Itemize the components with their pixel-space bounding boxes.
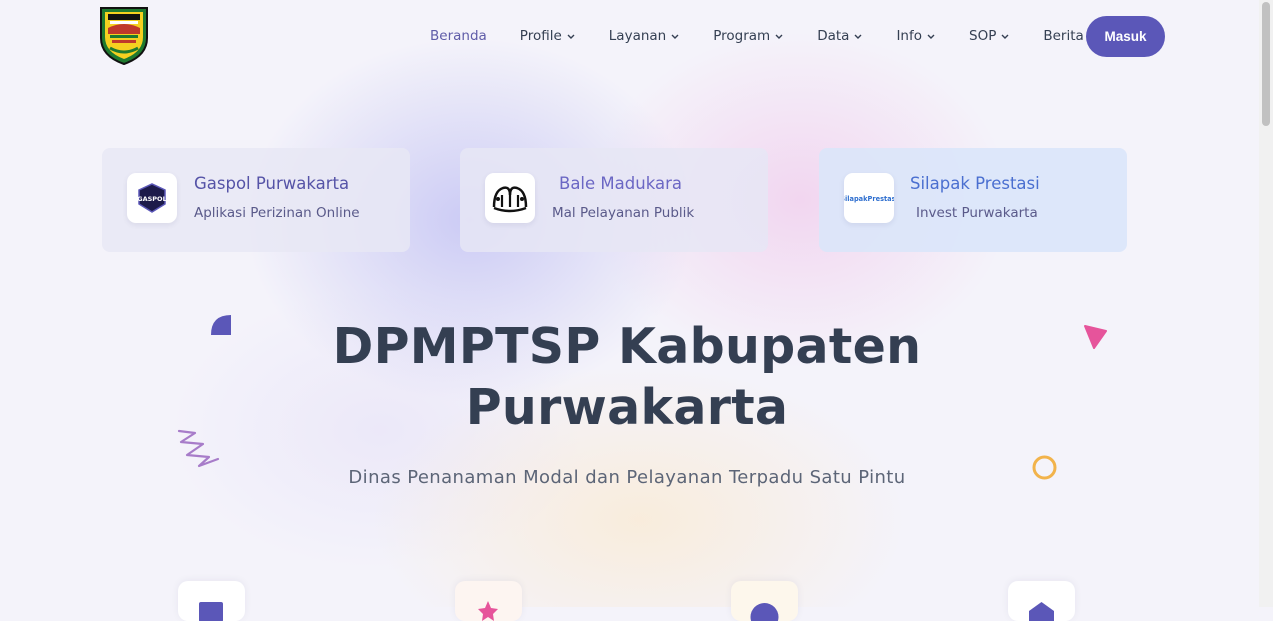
quarter-circle-icon: [211, 315, 231, 335]
ring-icon: [1032, 455, 1057, 480]
nav-label: SOP: [969, 28, 997, 44]
feature-box-3: [731, 581, 798, 621]
chevron-down-icon: [775, 34, 783, 39]
nav-label: Info: [896, 28, 922, 44]
nav-data[interactable]: Data: [817, 28, 863, 44]
hero-title: DPMPTSP Kabupaten Purwakarta: [300, 316, 954, 438]
card-subtitle: Invest Purwakarta: [916, 205, 1038, 221]
chevron-down-icon: [854, 34, 862, 39]
chevron-down-icon: [671, 34, 679, 39]
nav-layanan[interactable]: Layanan: [609, 28, 680, 44]
card-icon-box: GASPOL: [127, 173, 177, 223]
nav-berita[interactable]: Berita: [1043, 28, 1083, 44]
login-button[interactable]: Masuk: [1086, 16, 1165, 57]
bale-madukara-ornament-icon: [492, 186, 528, 213]
nav-info[interactable]: Info: [896, 28, 936, 44]
feature-box-1: [178, 581, 245, 621]
card-icon-box: [485, 173, 535, 223]
nav-program[interactable]: Program: [713, 28, 784, 44]
card-gaspol[interactable]: GASPOL Gaspol Purwakarta Aplikasi Perizi…: [102, 148, 410, 252]
feature-box-4: [1008, 581, 1075, 621]
silapak-icon-text: SilapakPrestasi: [844, 195, 894, 203]
nav-sop[interactable]: SOP: [969, 28, 1010, 44]
card-title: Bale Madukara: [559, 174, 682, 193]
nav-label: Beranda: [430, 28, 487, 44]
card-subtitle: Mal Pelayanan Publik: [552, 205, 695, 221]
card-title: Silapak Prestasi: [910, 174, 1040, 193]
nav-label: Data: [817, 28, 850, 44]
hero-title-line-2: Purwakarta: [465, 379, 789, 436]
nav-label: Layanan: [608, 28, 667, 44]
main-nav: Beranda Profile Layanan Program Data Inf…: [430, 16, 1117, 56]
gaspol-icon-text: GASPOL: [137, 195, 166, 203]
nav-beranda[interactable]: Beranda: [430, 28, 487, 44]
feature-box-icon-4: [1029, 602, 1054, 621]
hero-title-line-1: DPMPTSP Kabupaten: [332, 318, 922, 375]
chevron-down-icon: [567, 34, 575, 39]
card-icon-box: SilapakPrestasi: [844, 173, 894, 223]
squiggle-icon: [177, 429, 220, 468]
card-bale-madukara[interactable]: Bale Madukara Mal Pelayanan Publik: [460, 148, 768, 252]
chevron-down-icon: [1001, 34, 1009, 39]
nav-label: Profile: [519, 28, 562, 44]
feature-box-icon-2: [478, 601, 498, 621]
triangle-icon: [1084, 325, 1107, 349]
card-title: Gaspol Purwakarta: [194, 174, 350, 193]
silapak-prestasi-logo-icon: SilapakPrestasi: [844, 195, 894, 203]
hero-background: [0, 0, 1273, 607]
gaspol-shield-icon: GASPOL: [137, 183, 167, 213]
card-subtitle: Aplikasi Perizinan Online: [194, 205, 360, 221]
purwakarta-regency-crest-icon: [100, 7, 148, 66]
card-silapak-prestasi[interactable]: SilapakPrestasi Silapak Prestasi Invest …: [819, 148, 1127, 252]
page-scrollbar-thumb[interactable]: [1262, 2, 1270, 126]
feature-box-2: [455, 581, 522, 621]
feature-box-icon-3: [750, 603, 779, 621]
feature-box-icon-1: [199, 602, 223, 621]
nav-label: Berita: [1043, 28, 1084, 44]
chevron-down-icon: [927, 34, 935, 39]
site-logo[interactable]: [98, 4, 150, 66]
nav-profile[interactable]: Profile: [520, 28, 576, 44]
nav-label: Program: [713, 28, 771, 44]
hero-subtitle: Dinas Penanaman Modal dan Pelayanan Terp…: [348, 467, 906, 488]
